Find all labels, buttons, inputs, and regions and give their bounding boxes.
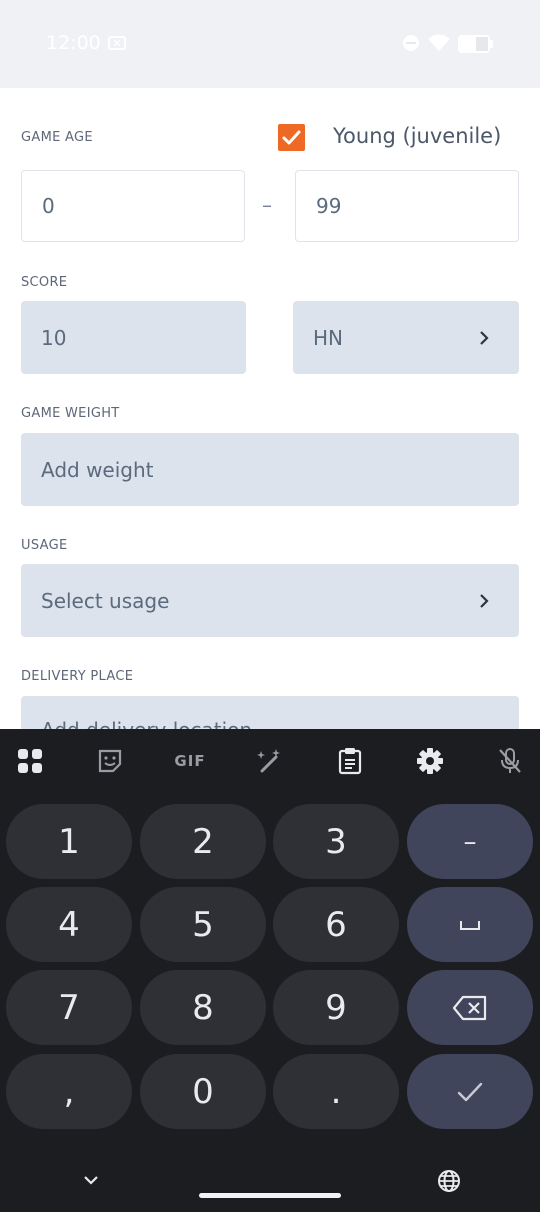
chevron-right-icon <box>480 330 489 345</box>
game-weight-input[interactable]: Add weight <box>21 433 519 506</box>
gif-icon[interactable]: GIF <box>172 747 208 775</box>
key-2[interactable]: 2 <box>140 804 266 879</box>
key-4[interactable]: 4 <box>6 887 132 962</box>
game-weight-placeholder: Add weight <box>41 457 154 482</box>
key-1[interactable]: 1 <box>6 804 132 879</box>
score-unit-value: HN <box>313 325 343 350</box>
key-done[interactable] <box>407 1054 533 1129</box>
status-bar: 12:00 <box>0 0 540 88</box>
usage-label: USAGE <box>21 538 68 553</box>
delivery-place-label: DELIVERY PLACE <box>21 669 134 684</box>
key-8[interactable]: 8 <box>140 970 266 1045</box>
wifi-icon <box>428 34 450 57</box>
score-label: SCORE <box>21 275 68 290</box>
hide-keyboard-chevron-icon[interactable] <box>83 1173 99 1191</box>
key-comma[interactable]: , <box>6 1054 132 1129</box>
score-value: 10 <box>41 325 67 350</box>
media-icon <box>108 36 126 55</box>
space-icon <box>460 920 480 930</box>
magic-wand-icon[interactable] <box>256 747 284 775</box>
settings-gear-icon[interactable] <box>416 747 444 775</box>
age-min-input[interactable]: 0 <box>21 170 245 242</box>
gif-label: GIF <box>174 752 206 770</box>
apps-grid-icon[interactable] <box>16 747 44 775</box>
checkmark-icon <box>457 1082 483 1101</box>
usage-placeholder: Select usage <box>41 588 170 613</box>
age-max-value: 99 <box>316 194 342 218</box>
battery-icon <box>458 35 494 58</box>
usage-select[interactable]: Select usage <box>21 564 519 637</box>
young-checkbox-label[interactable]: Young (juvenile) <box>333 124 501 148</box>
language-globe-icon[interactable] <box>437 1169 461 1198</box>
key-0[interactable]: 0 <box>140 1054 266 1129</box>
score-unit-select[interactable]: HN <box>293 301 519 374</box>
key-period[interactable]: . <box>273 1054 399 1129</box>
clipboard-icon[interactable] <box>336 747 364 775</box>
age-max-input[interactable]: 99 <box>295 170 519 242</box>
key-6[interactable]: 6 <box>273 887 399 962</box>
sticker-icon[interactable] <box>96 747 124 775</box>
key-9[interactable]: 9 <box>273 970 399 1045</box>
mic-off-icon[interactable] <box>496 747 524 775</box>
game-age-label: GAME AGE <box>21 130 93 145</box>
dnd-icon <box>402 34 420 57</box>
key-7[interactable]: 7 <box>6 970 132 1045</box>
age-min-value: 0 <box>42 194 55 218</box>
key-5[interactable]: 5 <box>140 887 266 962</box>
backspace-icon <box>452 995 487 1020</box>
status-time: 12:00 <box>46 32 101 54</box>
young-checkbox[interactable] <box>278 124 305 151</box>
numeric-keyboard: GIF 1 2 3 – 4 5 6 7 8 9 , 0 . <box>0 729 540 1212</box>
key-minus[interactable]: – <box>407 804 533 879</box>
home-gesture-bar[interactable] <box>199 1193 341 1198</box>
chevron-right-icon <box>480 593 489 608</box>
game-weight-label: GAME WEIGHT <box>21 406 120 421</box>
score-input[interactable]: 10 <box>21 301 246 374</box>
key-backspace[interactable] <box>407 970 533 1045</box>
age-range-separator: – <box>262 193 272 217</box>
key-space[interactable] <box>407 887 533 962</box>
key-3[interactable]: 3 <box>273 804 399 879</box>
